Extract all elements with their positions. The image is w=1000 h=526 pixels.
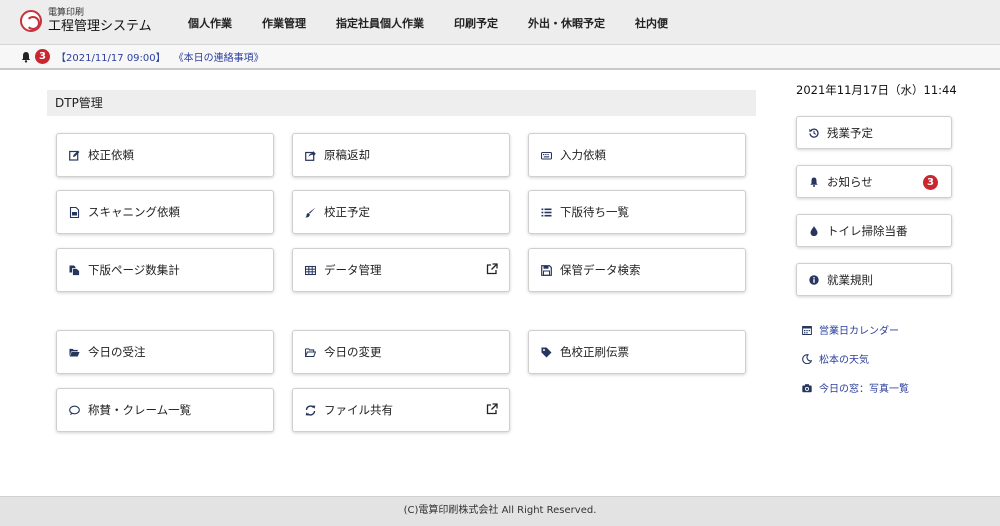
archive-data-search-button[interactable]: 保管データ検索	[528, 248, 746, 292]
todays-orders-label: 今日の受注	[88, 345, 146, 359]
announcements-count-badge: 3	[923, 175, 938, 190]
external-link-icon	[486, 403, 498, 415]
edit-icon	[69, 150, 80, 161]
bell-icon	[809, 177, 819, 187]
moon-icon	[802, 353, 812, 364]
todays-orders-button[interactable]: 今日の受注	[56, 330, 274, 374]
input-request-label: 入力依頼	[560, 148, 606, 162]
page-count-summary-button[interactable]: 下版ページ数集計	[56, 248, 274, 292]
copy-icon	[69, 265, 80, 276]
history-icon	[809, 128, 819, 138]
footer: (C)電算印刷株式会社 All Right Reserved.	[0, 496, 1000, 526]
nav-assigned-staff-work[interactable]: 指定社員個人作業	[336, 15, 424, 31]
notice-bar: 3 【2021/11/17 09:00】 《本日の連絡事項》	[0, 45, 1000, 70]
notice-count-badge: 3	[35, 49, 50, 64]
toilet-cleaning-duty-button[interactable]: トイレ掃除当番	[796, 214, 952, 247]
work-rules-label: 就業規則	[827, 272, 873, 287]
toilet-cleaning-duty-label: トイレ掃除当番	[827, 223, 908, 238]
keyboard-icon	[541, 150, 552, 161]
main-nav: 個人作業 作業管理 指定社員個人作業 印刷予定 外出・休暇予定 社内便	[188, 0, 698, 45]
color-proof-slip-label: 色校正刷伝票	[560, 345, 629, 359]
tag-icon	[541, 347, 552, 358]
info-icon	[809, 274, 819, 285]
manuscript-return-label: 原稿返却	[324, 148, 370, 162]
notice-datetime: 【2021/11/17 09:00】	[56, 53, 166, 64]
camera-icon	[802, 383, 812, 393]
drop-icon	[809, 225, 819, 236]
nav-work-management[interactable]: 作業管理	[262, 15, 306, 31]
save-icon	[541, 264, 552, 276]
color-proof-slip-button[interactable]: 色校正刷伝票	[528, 330, 746, 374]
matsumoto-weather-link[interactable]: 松本の天気	[802, 351, 869, 366]
folder-open-icon	[69, 347, 80, 358]
praise-complaint-list-button[interactable]: 称賛・クレーム一覧	[56, 388, 274, 432]
daily-notice-link[interactable]: 《本日の連絡事項》	[174, 49, 264, 64]
folder-outline-icon	[305, 347, 316, 358]
nav-outing-leave-schedule[interactable]: 外出・休暇予定	[528, 15, 605, 31]
announcements-label: お知らせ	[827, 174, 873, 189]
archive-data-search-label: 保管データ検索	[560, 263, 641, 277]
proof-schedule-button[interactable]: 校正予定	[292, 190, 510, 234]
logo-mark-icon	[20, 10, 42, 32]
current-datetime: 2021年11月17日（水）11:44	[796, 83, 957, 97]
logo-company: 電算印刷	[48, 8, 85, 18]
todays-window-photos-label: 今日の窓：写真一覧	[819, 384, 909, 395]
nav-print-schedule[interactable]: 印刷予定	[454, 15, 498, 31]
proof-request-button[interactable]: 校正依頼	[56, 133, 274, 177]
input-request-button[interactable]: 入力依頼	[528, 133, 746, 177]
external-link-icon	[486, 263, 498, 275]
todays-window-photos-link[interactable]: 今日の窓：写真一覧	[802, 380, 909, 395]
sync-icon	[305, 404, 316, 416]
brush-icon	[305, 207, 316, 218]
pre-press-waiting-list-button[interactable]: 下版待ち一覧	[528, 190, 746, 234]
copyright-text: (C)電算印刷株式会社 All Right Reserved.	[403, 505, 597, 516]
list-icon	[541, 207, 552, 218]
app-header: 電算印刷 工程管理システム 個人作業 作業管理 指定社員個人作業 印刷予定 外出…	[0, 0, 1000, 45]
matsumoto-weather-label: 松本の天気	[819, 355, 869, 366]
business-calendar-label: 営業日カレンダー	[819, 326, 899, 337]
data-management-button[interactable]: データ管理	[292, 248, 510, 292]
todays-changes-label: 今日の変更	[324, 345, 382, 359]
comment-icon	[69, 405, 80, 416]
table-icon	[305, 265, 316, 276]
logo[interactable]: 電算印刷 工程管理システム	[20, 9, 152, 33]
scanning-request-button[interactable]: スキャニング依頼	[56, 190, 274, 234]
nav-internal-mail[interactable]: 社内便	[635, 15, 668, 31]
file-sharing-label: ファイル共有	[324, 403, 393, 417]
proof-schedule-label: 校正予定	[324, 205, 370, 219]
business-calendar-link[interactable]: 営業日カレンダー	[802, 322, 899, 337]
todays-changes-button[interactable]: 今日の変更	[292, 330, 510, 374]
image-file-icon	[69, 206, 80, 218]
logo-system-name: 工程管理システム	[48, 19, 152, 34]
praise-complaint-list-label: 称賛・クレーム一覧	[88, 403, 192, 417]
manuscript-return-button[interactable]: 原稿返却	[292, 133, 510, 177]
section-title: DTP管理	[47, 90, 756, 116]
file-sharing-button[interactable]: ファイル共有	[292, 388, 510, 432]
scanning-request-label: スキャニング依頼	[88, 205, 180, 219]
work-rules-button[interactable]: 就業規則	[796, 263, 952, 296]
page-count-summary-label: 下版ページ数集計	[88, 263, 180, 277]
pre-press-waiting-list-label: 下版待ち一覧	[560, 205, 629, 219]
nav-personal-work[interactable]: 個人作業	[188, 15, 232, 31]
calendar-icon	[802, 325, 812, 335]
overtime-schedule-button[interactable]: 残業予定	[796, 116, 952, 149]
share-icon	[305, 150, 316, 161]
bell-icon	[20, 51, 32, 63]
announcements-button[interactable]: お知らせ 3	[796, 165, 952, 198]
proof-request-label: 校正依頼	[88, 148, 134, 162]
overtime-schedule-label: 残業予定	[827, 125, 873, 140]
data-management-label: データ管理	[324, 263, 382, 277]
